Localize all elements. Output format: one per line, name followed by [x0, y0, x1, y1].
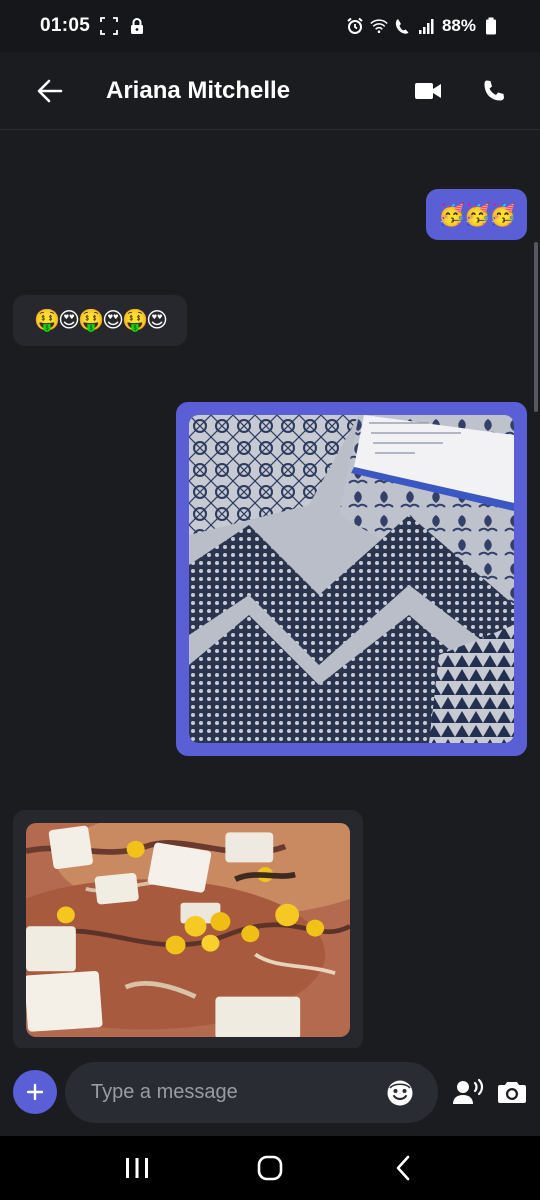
- voice-speak-icon: [453, 1078, 484, 1104]
- plus-icon: [26, 1083, 44, 1101]
- contact-name[interactable]: Ariana Mitchelle: [106, 77, 290, 105]
- recent-apps-button[interactable]: [107, 1143, 167, 1193]
- video-camera-icon: [415, 82, 441, 99]
- pizza-photo[interactable]: [26, 823, 350, 1037]
- signal-icon: [418, 19, 434, 34]
- chevron-left-icon: [397, 1155, 410, 1181]
- recents-icon: [125, 1158, 148, 1178]
- chat-header: Ariana Mitchelle: [0, 52, 540, 130]
- wifi-call-icon: [370, 19, 388, 34]
- smiley-icon: [387, 1080, 413, 1105]
- status-time: 01:05: [40, 15, 91, 36]
- system-back-button[interactable]: [373, 1143, 433, 1193]
- lock-icon: [131, 18, 144, 34]
- scrollbar-thumb[interactable]: [534, 242, 538, 412]
- volte-call-icon: [395, 19, 409, 34]
- arrow-left-icon: [37, 79, 63, 102]
- emoji-button[interactable]: [380, 1073, 420, 1113]
- video-call-button[interactable]: [408, 71, 448, 111]
- outgoing-image-message[interactable]: [176, 402, 527, 756]
- message-list[interactable]: 🥳🥳🥳 🤑😍🤑😍🤑😍: [0, 130, 540, 1048]
- phone-icon: [484, 80, 504, 100]
- system-navigation-bar: [0, 1136, 540, 1200]
- message-input-container: [65, 1062, 438, 1123]
- fabric-photo[interactable]: [189, 415, 514, 743]
- message-text: 🥳🥳🥳: [438, 201, 516, 227]
- battery-percentage: 88%: [441, 16, 476, 35]
- alarm-icon: [347, 17, 363, 34]
- status-bar: 01:05 88%: [0, 0, 540, 52]
- incoming-message-bubble[interactable]: 🤑😍🤑😍🤑😍: [13, 295, 187, 346]
- home-icon: [257, 1155, 283, 1181]
- outgoing-message-bubble[interactable]: 🥳🥳🥳: [426, 189, 527, 240]
- battery-icon: [486, 17, 496, 35]
- message-composer: [0, 1048, 540, 1136]
- camera-button[interactable]: [492, 1072, 532, 1112]
- message-text: 🤑😍🤑😍🤑😍: [33, 309, 168, 332]
- voice-call-button[interactable]: [474, 71, 514, 111]
- back-button[interactable]: [26, 67, 74, 115]
- home-button[interactable]: [240, 1143, 300, 1193]
- screenshot-frame-icon: [100, 17, 119, 35]
- camera-icon: [498, 1082, 526, 1103]
- message-input[interactable]: [65, 1062, 380, 1123]
- attach-button[interactable]: [13, 1070, 57, 1114]
- incoming-image-message[interactable]: [13, 810, 363, 1048]
- voice-message-button[interactable]: [448, 1072, 488, 1112]
